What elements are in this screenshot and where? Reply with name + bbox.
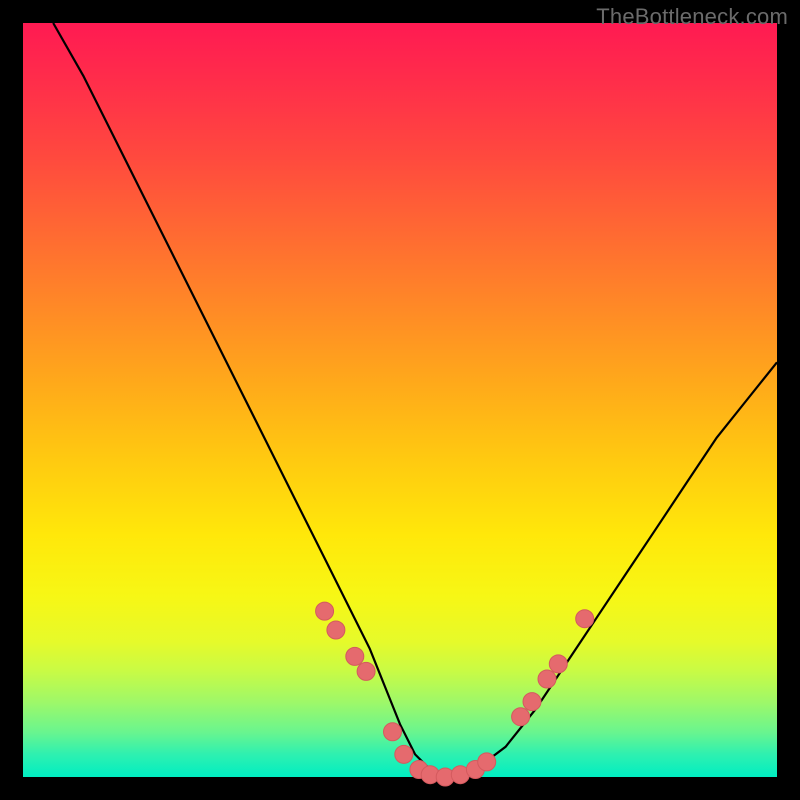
curve-marker	[316, 602, 334, 620]
bottleneck-curve	[53, 23, 777, 777]
curve-marker	[327, 621, 345, 639]
curve-marker	[538, 670, 556, 688]
curve-marker	[576, 610, 594, 628]
curve-marker	[384, 723, 402, 741]
chart-svg	[23, 23, 777, 777]
curve-markers	[316, 602, 594, 786]
curve-marker	[346, 647, 364, 665]
chart-frame: TheBottleneck.com	[0, 0, 800, 800]
curve-marker	[357, 662, 375, 680]
curve-marker	[478, 753, 496, 771]
chart-plot-area	[23, 23, 777, 777]
watermark-text: TheBottleneck.com	[596, 4, 788, 30]
curve-marker	[549, 655, 567, 673]
curve-marker	[523, 693, 541, 711]
curve-marker	[512, 708, 530, 726]
curve-marker	[395, 745, 413, 763]
